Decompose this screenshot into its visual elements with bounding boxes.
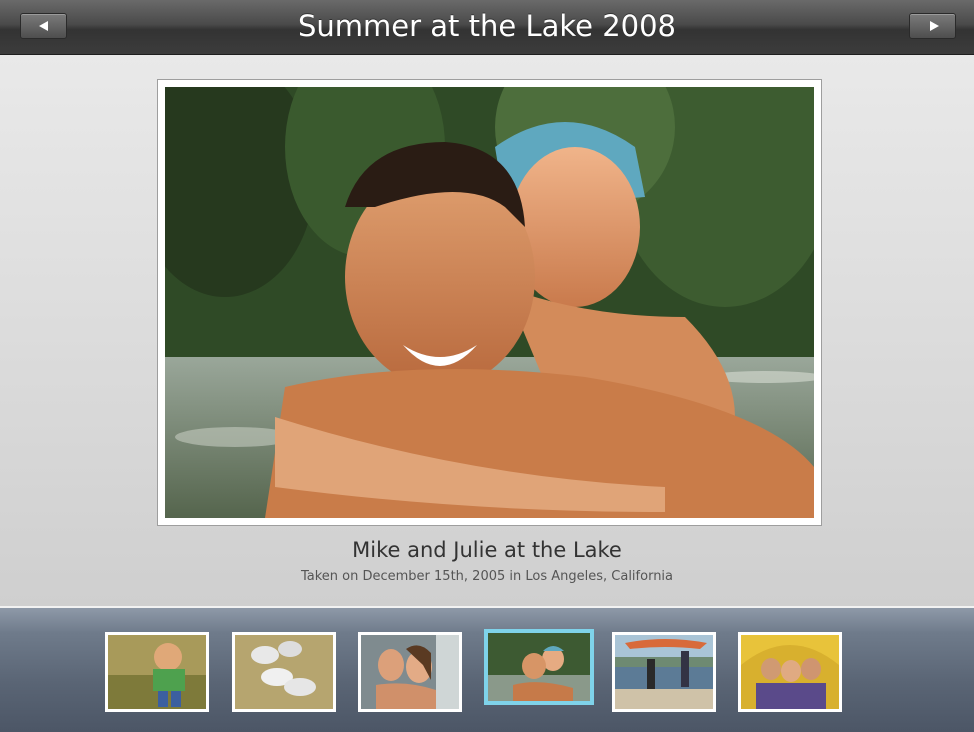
album-title: Summer at the Lake 2008	[298, 9, 676, 43]
main-photo-area: Mike and Julie at the Lake Taken on Dece…	[0, 55, 974, 606]
triangle-right-icon	[930, 21, 939, 31]
filmstrip	[0, 606, 974, 732]
thumbnail-selected[interactable]	[484, 629, 594, 705]
thumbnail-image	[361, 635, 459, 709]
title-bar: Summer at the Lake 2008	[0, 0, 974, 55]
main-photo[interactable]	[165, 87, 814, 518]
thumbnail[interactable]	[105, 632, 209, 712]
photo-details: Taken on December 15th, 2005 in Los Ange…	[300, 569, 674, 584]
photo-frame	[157, 79, 822, 526]
thumbnail-image	[741, 635, 839, 709]
thumbnail[interactable]	[612, 632, 716, 712]
thumbnail[interactable]	[738, 632, 842, 712]
thumbnail[interactable]	[358, 632, 462, 712]
thumbnail-image	[615, 635, 713, 709]
photo-caption: Mike and Julie at the Lake	[352, 538, 622, 562]
thumbnail-image	[488, 633, 590, 701]
thumbnail-image	[235, 635, 333, 709]
next-button[interactable]	[909, 13, 956, 39]
thumbnail-image	[108, 635, 206, 709]
main-photo-illustration	[165, 87, 814, 518]
thumbnail[interactable]	[232, 632, 336, 712]
